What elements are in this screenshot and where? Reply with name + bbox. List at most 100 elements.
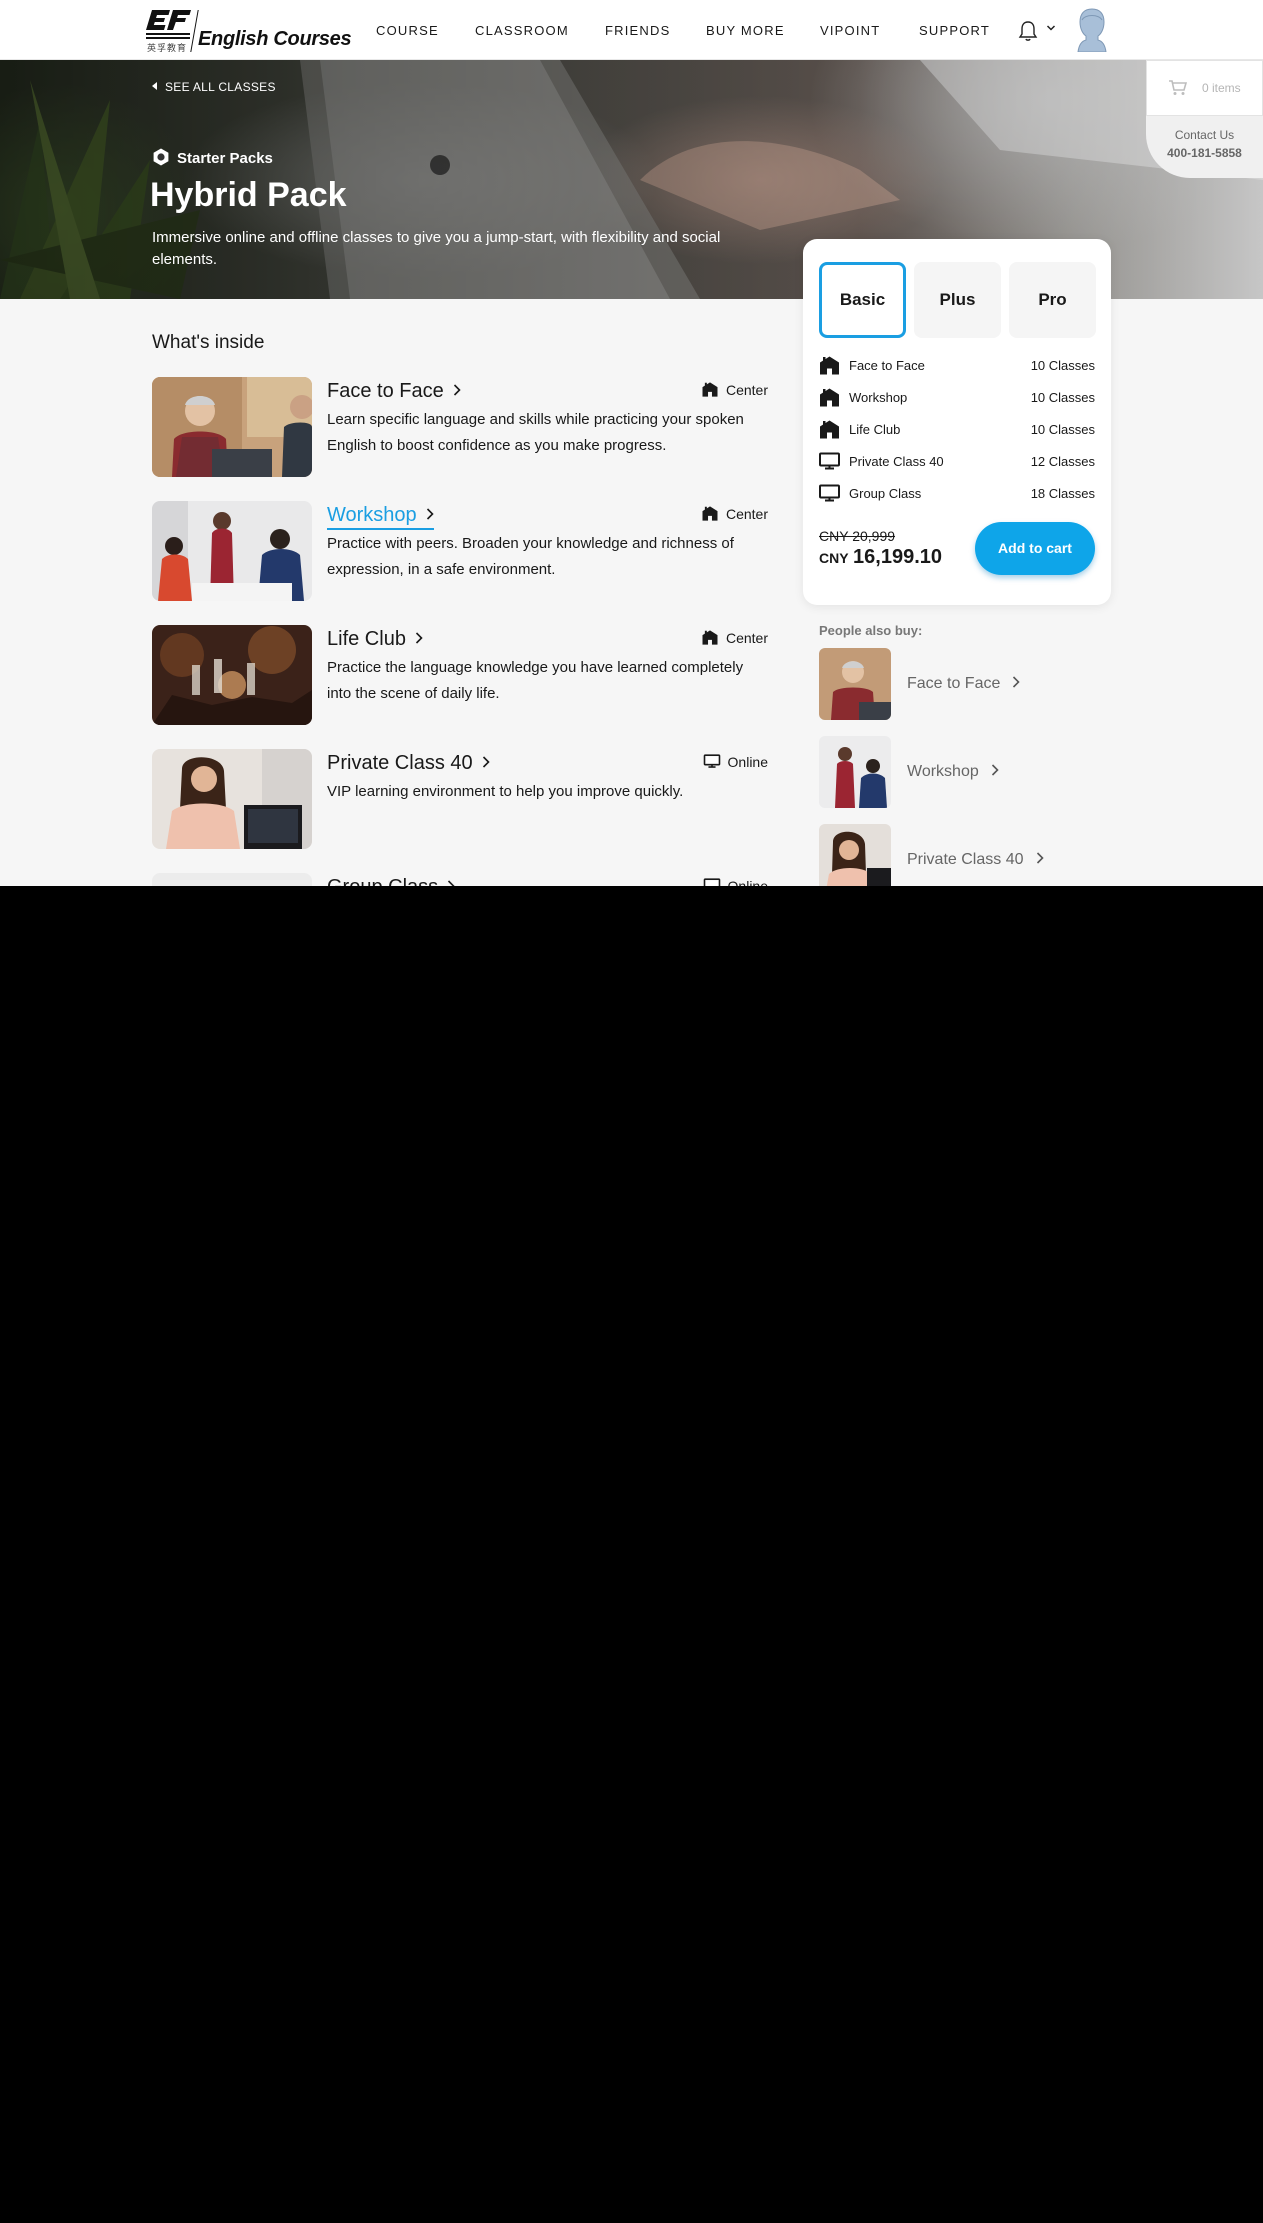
- course-type-label: Center: [725, 506, 768, 522]
- nav-buy-more[interactable]: BUY MORE: [706, 23, 785, 38]
- included-item-count: 10 Classes: [1030, 358, 1095, 373]
- included-item-name: Private Class 40: [849, 454, 944, 469]
- contact-us-panel[interactable]: Contact Us 400-181-5858: [1146, 116, 1263, 178]
- also-buy-label: Workshop: [907, 763, 999, 781]
- chevron-right-icon: [991, 764, 999, 776]
- center-icon: [819, 420, 840, 439]
- cart-widget: 0 items Contact Us 400-181-5858: [1146, 60, 1263, 178]
- starter-pack-icon: [153, 148, 169, 166]
- course-name-label: Group Class: [327, 876, 438, 886]
- course-thumbnail: [152, 873, 312, 886]
- included-item-name: Face to Face: [849, 358, 925, 373]
- course-name-label: Workshop: [327, 504, 417, 526]
- chevron-right-icon: [482, 756, 490, 768]
- bell-icon[interactable]: [1018, 20, 1038, 42]
- course-description: Practice with peers. Broaden your knowle…: [327, 535, 734, 578]
- chevron-right-icon: [447, 880, 455, 886]
- see-all-classes-label: SEE ALL CLASSES: [165, 80, 276, 94]
- cart-button[interactable]: 0 items: [1146, 60, 1263, 116]
- add-to-cart-button[interactable]: Add to cart: [975, 522, 1095, 575]
- original-price: CNY 20,999: [819, 528, 896, 544]
- included-item-count: 12 Classes: [1030, 454, 1095, 469]
- course-item-life-club[interactable]: Life Club Center Practice the language k…: [152, 625, 768, 725]
- face-to-face-photo: [819, 648, 891, 720]
- course-item-private-class-40[interactable]: Private Class 40 Online VIP learning env…: [152, 749, 768, 849]
- contact-phone: 400-181-5858: [1167, 146, 1242, 160]
- nav-vipoint[interactable]: VIPOINT: [820, 23, 880, 38]
- included-item-count: 10 Classes: [1030, 390, 1095, 405]
- course-item-workshop[interactable]: Workshop Center Practice with peers. Bro…: [152, 501, 768, 601]
- included-item: Workshop 10 Classes: [819, 388, 1095, 408]
- course-name-label: Face to Face: [327, 380, 444, 402]
- sale-price: CNY 16,199.10: [819, 546, 942, 569]
- also-buy-item-workshop[interactable]: Workshop: [819, 736, 1109, 808]
- course-type-label: Online: [727, 754, 768, 770]
- course-type-badge: Online: [703, 878, 768, 886]
- also-buy-name: Private Class 40: [907, 851, 1024, 868]
- nav-friends[interactable]: FRIENDS: [605, 23, 670, 38]
- pack-category-label: Starter Packs: [177, 150, 273, 167]
- pack-description: Immersive online and offline classes to …: [152, 229, 721, 268]
- included-item-name: Workshop: [849, 390, 908, 405]
- course-name[interactable]: Workshop: [327, 504, 434, 530]
- caret-left-icon: [152, 82, 157, 90]
- nav-course[interactable]: COURSE: [376, 23, 439, 38]
- top-navigation-bar: 英孚教育 English Courses COURSE CLASSROOM FR…: [0, 0, 1263, 60]
- page-viewport: 英孚教育 English Courses COURSE CLASSROOM FR…: [0, 0, 1263, 886]
- face-to-face-photo: [152, 377, 312, 477]
- tier-pro[interactable]: Pro: [1009, 262, 1096, 338]
- course-type-label: Center: [725, 382, 768, 398]
- ef-logo[interactable]: 英孚教育 English Courses: [146, 8, 352, 53]
- group-class-photo: [152, 873, 312, 886]
- workshop-photo: [152, 501, 312, 601]
- contact-us-label: Contact Us: [1174, 128, 1235, 142]
- monitor-icon: [703, 878, 721, 886]
- workshop-photo: [819, 736, 891, 808]
- course-type-badge: Center: [701, 382, 768, 398]
- course-item-group-class[interactable]: Group Class Online: [152, 873, 768, 886]
- tier-plus[interactable]: Plus: [914, 262, 1001, 338]
- tier-basic[interactable]: Basic: [819, 262, 906, 338]
- also-buy-item-face-to-face[interactable]: Face to Face: [819, 648, 1109, 720]
- center-icon: [701, 630, 719, 645]
- cart-count: 0 items: [1202, 81, 1241, 95]
- cart-icon: [1169, 80, 1187, 95]
- course-item-face-to-face[interactable]: Face to Face Center Learn specific langu…: [152, 377, 768, 477]
- course-name[interactable]: Face to Face: [327, 380, 461, 403]
- center-icon: [819, 388, 840, 407]
- course-type-badge: Center: [701, 506, 768, 522]
- included-item-count: 18 Classes: [1030, 486, 1095, 501]
- people-also-buy-heading: People also buy:: [819, 623, 923, 638]
- course-name[interactable]: Group Class: [327, 876, 455, 886]
- avatar[interactable]: [1077, 8, 1107, 52]
- also-buy-name: Face to Face: [907, 675, 1001, 692]
- center-icon: [701, 506, 719, 521]
- center-icon: [701, 382, 719, 397]
- center-icon: [819, 356, 840, 375]
- course-name[interactable]: Private Class 40: [327, 752, 490, 775]
- included-item-name: Life Club: [849, 422, 901, 437]
- also-buy-thumbnail: [819, 648, 891, 720]
- also-buy-item-private-class-40[interactable]: Private Class 40: [819, 824, 1109, 886]
- see-all-classes-link[interactable]: SEE ALL CLASSES: [152, 80, 276, 94]
- chevron-right-icon: [1036, 852, 1044, 864]
- price-currency: CNY: [819, 550, 849, 566]
- ef-logo-mark: [146, 10, 191, 39]
- course-type-label: Online: [727, 878, 768, 886]
- nav-classroom[interactable]: CLASSROOM: [475, 23, 569, 38]
- also-buy-label: Private Class 40: [907, 851, 1044, 869]
- included-item: Group Class 18 Classes: [819, 484, 1095, 504]
- life-club-photo: [152, 625, 312, 725]
- nav-support[interactable]: SUPPORT: [919, 23, 990, 38]
- course-name[interactable]: Life Club: [327, 628, 423, 651]
- private-class-photo: [819, 824, 891, 886]
- price-amount: 16,199.10: [853, 546, 942, 568]
- chevron-down-icon[interactable]: [1046, 24, 1056, 32]
- course-type-label: Center: [725, 630, 768, 646]
- included-item: Private Class 40 12 Classes: [819, 452, 1095, 472]
- whats-inside-heading: What's inside: [152, 332, 265, 353]
- included-item-name: Group Class: [849, 486, 922, 501]
- chevron-right-icon: [426, 508, 434, 520]
- page-title: Hybrid Pack: [150, 176, 347, 214]
- also-buy-name: Workshop: [907, 763, 979, 780]
